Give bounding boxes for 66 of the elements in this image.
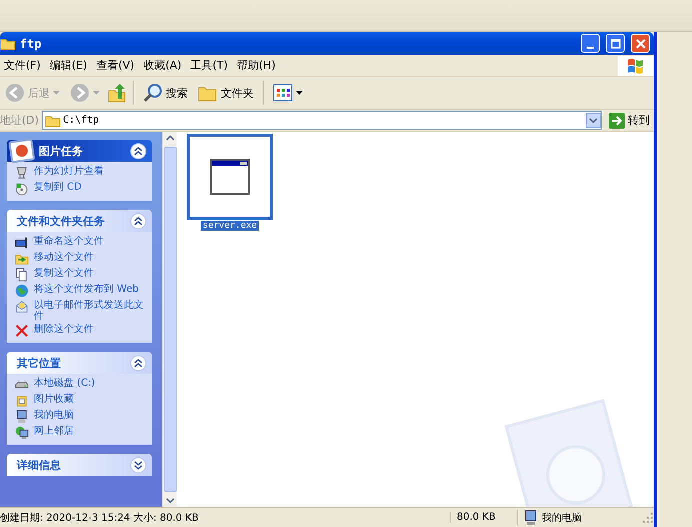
- collapse-icon[interactable]: [130, 212, 147, 230]
- close-icon: [636, 38, 646, 48]
- task-link[interactable]: 移动这个文件: [34, 252, 94, 263]
- rename-icon: [15, 236, 29, 250]
- picture-folder-icon: [15, 394, 29, 408]
- section-header[interactable]: 详细信息: [7, 454, 152, 476]
- menu-item[interactable]: 工具(T): [186, 58, 233, 73]
- caret-icon: [296, 91, 303, 95]
- expand-icon[interactable]: [130, 456, 147, 474]
- envelope-icon: [15, 300, 29, 314]
- folder-arrow-icon: [15, 252, 29, 266]
- go-arrow-icon: [609, 112, 625, 128]
- caret-icon: [93, 91, 100, 95]
- status-size: 80.0 KB: [450, 512, 517, 523]
- disc-icon: [15, 182, 29, 196]
- search-button[interactable]: 搜索: [140, 81, 191, 105]
- task-link[interactable]: 以电子邮件形式发送此文件: [34, 300, 148, 322]
- globe-icon: [15, 284, 29, 298]
- flag-icon: [626, 56, 646, 74]
- section-header[interactable]: 图片任务: [7, 140, 152, 162]
- window-title: ftp: [20, 36, 42, 50]
- delete-icon: [15, 324, 29, 338]
- status-zone: 我的电脑: [542, 512, 582, 524]
- resize-grip-icon: [642, 512, 654, 524]
- section-header[interactable]: 文件和文件夹任务: [7, 210, 152, 232]
- task-link[interactable]: 删除这个文件: [34, 324, 94, 335]
- task-link[interactable]: 图片收藏: [34, 394, 74, 405]
- folders-button[interactable]: 文件夹: [195, 81, 257, 105]
- address-field[interactable]: C:\ftp: [42, 111, 602, 130]
- copy-icon: [15, 268, 29, 282]
- projector-icon: [15, 166, 29, 180]
- vertical-scrollbar[interactable]: [162, 132, 177, 507]
- task-link[interactable]: 重命名这个文件: [34, 236, 104, 247]
- task-link[interactable]: 将这个文件发布到 Web: [34, 284, 139, 295]
- menu-item[interactable]: 帮助(H): [233, 58, 281, 73]
- picture-icon: [9, 138, 35, 164]
- section-header[interactable]: 其它位置: [7, 352, 152, 374]
- application-window-icon: [210, 159, 250, 195]
- maximize-button[interactable]: [606, 34, 625, 53]
- go-button[interactable]: 转到: [605, 112, 654, 128]
- computer-icon: [15, 410, 29, 424]
- task-link[interactable]: 我的电脑: [34, 410, 74, 421]
- menu-item[interactable]: 文件(F): [0, 58, 46, 73]
- collapse-icon[interactable]: [130, 354, 147, 372]
- minimize-icon: [587, 46, 594, 48]
- maximize-icon: [610, 38, 620, 48]
- views-icon: [273, 84, 293, 102]
- computer-icon: [524, 510, 538, 526]
- network-icon: [15, 426, 29, 440]
- menu-item[interactable]: 编辑(E): [46, 58, 92, 73]
- minimize-button[interactable]: [581, 34, 600, 53]
- close-button[interactable]: [631, 34, 650, 53]
- menu-item[interactable]: 查看(V): [92, 58, 140, 73]
- task-link[interactable]: 作为幻灯片查看: [34, 166, 104, 177]
- address-label: 地址(D): [0, 113, 40, 128]
- task-link[interactable]: 本地磁盘 (C:): [34, 378, 96, 389]
- search-icon: [143, 83, 163, 103]
- dropdown-icon: [586, 113, 601, 128]
- task-link[interactable]: 复制这个文件: [34, 268, 94, 279]
- task-link[interactable]: 复制到 CD: [34, 182, 82, 193]
- caret-icon: [53, 91, 60, 95]
- status-details: 创建日期: 2020-12-3 15:24 大小: 80.0 KB: [0, 512, 200, 524]
- task-link[interactable]: 网上邻居: [34, 426, 74, 437]
- collapse-icon[interactable]: [130, 142, 147, 160]
- up-folder-icon[interactable]: [107, 83, 127, 103]
- menu-item[interactable]: 收藏(A): [140, 58, 187, 73]
